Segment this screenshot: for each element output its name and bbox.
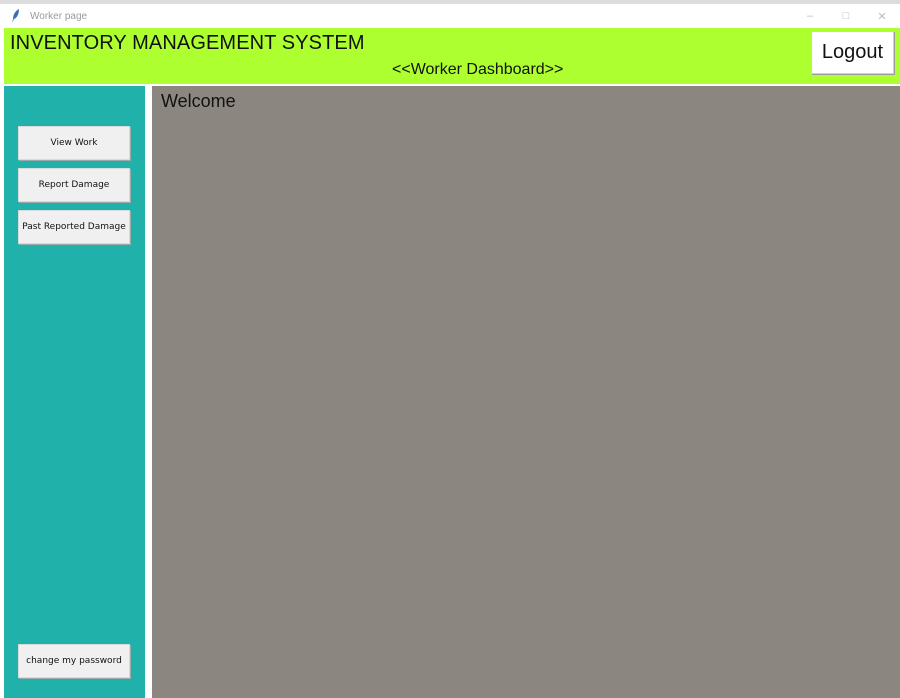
header-bar: INVENTORY MANAGEMENT SYSTEM <<Worker Das… <box>4 28 900 84</box>
close-icon[interactable]: ✕ <box>864 4 900 28</box>
dashboard-title: <<Worker Dashboard>> <box>392 61 564 78</box>
view-work-button[interactable]: View Work <box>18 126 130 160</box>
window-title: Worker page <box>30 10 88 22</box>
window-controls: – □ ✕ <box>792 4 900 28</box>
welcome-text: Welcome <box>161 91 236 111</box>
sidebar: View Work Report Damage Past Reported Da… <box>4 86 145 698</box>
app-title: INVENTORY MANAGEMENT SYSTEM <box>10 32 365 54</box>
report-damage-button[interactable]: Report Damage <box>18 168 130 202</box>
minimize-icon[interactable]: – <box>792 4 828 28</box>
sidebar-divider <box>145 86 152 698</box>
window-titlebar[interactable]: Worker page – □ ✕ <box>0 4 900 28</box>
main-content: Welcome <box>152 86 900 698</box>
feather-icon <box>8 8 24 24</box>
app-window: Worker page – □ ✕ INVENTORY MANAGEMENT S… <box>0 0 900 698</box>
logout-button[interactable]: Logout <box>811 31 894 74</box>
change-password-button[interactable]: change my password <box>18 644 130 678</box>
maximize-icon[interactable]: □ <box>828 4 864 28</box>
past-reported-damage-button[interactable]: Past Reported Damage <box>18 210 130 244</box>
